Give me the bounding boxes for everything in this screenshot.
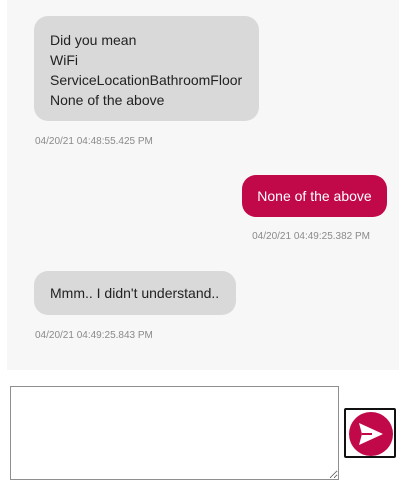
bot-message-bubble: Mmm.. I didn't understand.. (34, 271, 236, 315)
message-timestamp: 04/20/21 04:49:25.843 PM (35, 330, 153, 341)
message-line: Did you mean (50, 32, 137, 48)
user-message-bubble: None of the above (242, 175, 387, 217)
message-text: Mmm.. I didn't understand.. (50, 285, 220, 301)
message-input[interactable] (10, 386, 339, 480)
bot-message-bubble: Did you mean WiFi ServiceLocationBathroo… (34, 16, 259, 121)
send-arrow-icon (349, 412, 393, 456)
chat-transcript: Did you mean WiFi ServiceLocationBathroo… (7, 0, 399, 370)
suggestion-option-wifi[interactable]: WiFi (50, 50, 242, 70)
message-text: None of the above (257, 188, 372, 204)
suggestion-option-service-location[interactable]: ServiceLocationBathroomFloor (50, 70, 242, 90)
message-timestamp: 04/20/21 04:49:25.382 PM (252, 231, 370, 242)
send-button[interactable] (344, 408, 396, 458)
suggestion-option-none[interactable]: None of the above (50, 90, 242, 110)
message-timestamp: 04/20/21 04:48:55.425 PM (35, 136, 153, 147)
